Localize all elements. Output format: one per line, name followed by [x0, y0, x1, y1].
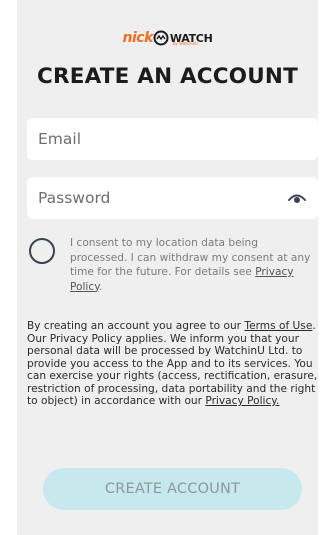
legal-text-2: . Our Privacy Policy applies. We inform …	[27, 320, 318, 407]
email-field[interactable]	[27, 118, 318, 160]
consent-radio[interactable]	[29, 238, 55, 264]
app-logo: nick WATCH by WatchinU	[17, 28, 318, 48]
legal-text-1: By creating an account you agree to our	[27, 320, 245, 332]
password-input[interactable]	[38, 189, 268, 207]
legal-notice: By creating an account you agree to our …	[27, 320, 318, 408]
logo-nick-text: nick	[122, 30, 154, 46]
logo-ring-icon	[153, 30, 169, 46]
terms-of-use-link[interactable]: Terms of Use	[244, 320, 312, 332]
password-field[interactable]	[27, 177, 318, 219]
consent-text: I consent to my location data being proc…	[70, 236, 316, 294]
privacy-policy-link[interactable]: Privacy Policy.	[205, 395, 279, 407]
logo-badge: WATCH by WatchinU	[153, 30, 213, 46]
eye-icon[interactable]	[287, 190, 307, 206]
consent-text-end: .	[98, 280, 103, 293]
signup-screen: nick WATCH by WatchinU CREATE AN ACCOUNT	[17, 0, 318, 535]
page-title: CREATE AN ACCOUNT	[37, 64, 298, 89]
create-account-button[interactable]: CREATE ACCOUNT	[43, 468, 302, 510]
email-input[interactable]	[38, 130, 268, 148]
logo-subtext: by WatchinU	[172, 41, 199, 46]
